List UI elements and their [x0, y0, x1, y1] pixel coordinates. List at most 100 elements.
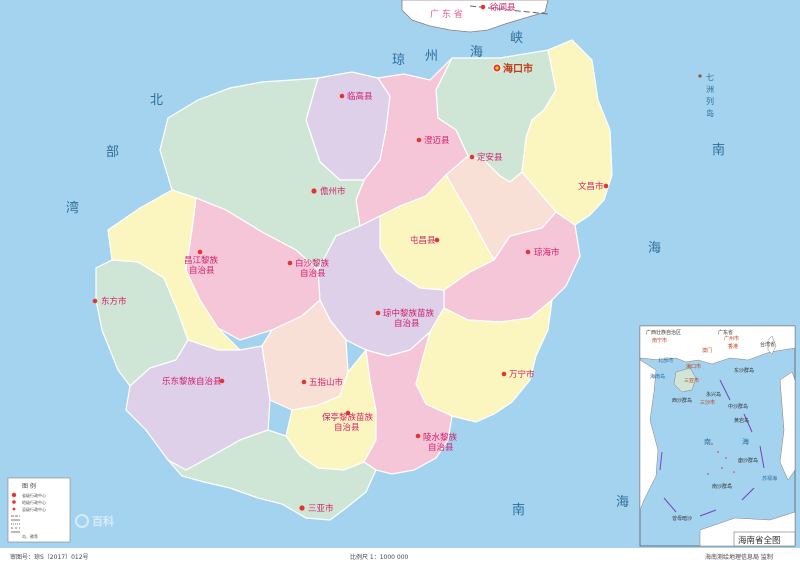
sanya-label: 三亚市 [308, 503, 334, 514]
qionghai-label: 琼海市 [534, 247, 560, 258]
inset-guangxi: 广西壮族自治区 [646, 329, 681, 336]
qiongzhong-label-2: 自治县 [394, 318, 420, 329]
chengmai-label: 澄迈县 [424, 135, 450, 146]
haikou-capital-dot [495, 66, 499, 70]
legend-capital-icon [11, 492, 17, 498]
inset-nansha-sub: 南沙群岛 [712, 483, 732, 490]
lingao-label: 临高县 [347, 91, 373, 102]
wanning-marker [501, 371, 507, 377]
tunchang-label: 屯昌县 [410, 235, 436, 246]
hainan-map: 徐闻县 广 东 省 琼 州 海 峡 北 部 湾 南 海 南 海 七 洲 列 岛 [0, 0, 800, 565]
sea-label-qiongzhou-1: 琼 [392, 53, 405, 68]
footer-scale: 比例尺 1：1000 000 [350, 553, 409, 561]
qiongzhong-marker [375, 310, 381, 316]
lingshui-label-1: 陵水黎族 [423, 432, 458, 443]
sea-label-nanhai-east-2: 海 [648, 241, 661, 256]
footer-approval: 审图号：琼S（2017）012号 [10, 553, 89, 561]
qiongzhong-label-1: 琼中黎族苗族 [383, 308, 435, 319]
inset-guangzhou: 广州市 [724, 335, 739, 342]
qionghai-marker [525, 249, 531, 255]
sea-label-nanhai-south-2: 海 [616, 495, 629, 510]
inset-haikou: 海口市 [686, 363, 701, 370]
inset-guangdong: 广东省 [718, 329, 733, 336]
sea-label-qiongzhou-3: 海 [470, 45, 483, 60]
danzhou-marker [311, 188, 317, 194]
sea-label-beibu-1: 北 [150, 93, 163, 108]
inset-sulu: 苏禄海 [762, 475, 777, 482]
inset-island-dot [725, 457, 727, 459]
legend: 图 例 省级行政中心 地级行政中心 县级行政中心 岛、礁等 [7, 477, 71, 543]
legend-title: 图 例 [22, 482, 36, 490]
inset-macau: 澳门 [702, 347, 712, 354]
qizhou-label-4: 岛 [706, 108, 714, 118]
wuzhishan-marker [301, 379, 307, 385]
xuwen-marker [480, 4, 486, 10]
dongfang-label: 东方市 [101, 296, 127, 307]
inset-huangyan: 黄岩岛 [734, 417, 749, 424]
lingao-marker [339, 93, 345, 99]
baisha-label-1: 白沙黎族 [295, 258, 330, 269]
legend-county-icon [12, 507, 16, 511]
inset-sanya: 三亚市 [684, 377, 699, 384]
inset-island-dot [721, 467, 723, 469]
xuwen-label: 徐闻县 [490, 2, 516, 13]
legend-item-2: 地级行政中心 [22, 499, 46, 505]
wanning-label: 万宁市 [509, 369, 535, 380]
chengmai-marker [416, 137, 422, 143]
inset-title: 海南省全图 [738, 535, 781, 546]
ding-an-label: 定安县 [477, 152, 503, 163]
inset-sansha: 三沙市 [700, 399, 715, 406]
sea-label-qiongzhou-2: 州 [425, 49, 438, 64]
legend-item-1: 省级行政中心 [22, 492, 46, 498]
sea-label-beibu-2: 部 [106, 145, 119, 160]
inset-island-dot [717, 451, 719, 453]
inset-map: 广西壮族自治区 广东省 广州市 南宁市 香港 澳门 海口市 台湾省 北部湾 海南… [639, 325, 796, 547]
sea-label-beibu-3: 湾 [66, 200, 79, 216]
inset-zhongsha: 中沙群岛 [728, 403, 748, 410]
baisha-label-2: 自治县 [300, 268, 326, 279]
inset-island-dot [733, 471, 735, 473]
haikou-capital-label: 海口市 [503, 62, 533, 75]
inset-nanning: 南宁市 [652, 337, 667, 344]
qizhou-island-marker [698, 74, 702, 78]
lingshui-marker [415, 433, 421, 439]
sea-label-nanhai-east-1: 南 [712, 142, 725, 158]
qizhou-label-1: 七 [706, 73, 714, 82]
baoting-label-2: 自治县 [334, 422, 360, 433]
changjiang-label-1: 昌江黎族 [184, 255, 219, 266]
guangdong-label: 广 东 省 [430, 8, 463, 20]
inset-zengmu: 曾母暗沙 [672, 515, 692, 522]
sea-label-qiongzhou-4: 峡 [510, 31, 523, 46]
inset-island-dot [707, 473, 709, 475]
legend-item-3: 县级行政中心 [22, 506, 46, 512]
lingshui-label-2: 自治县 [428, 442, 454, 453]
dongfang-marker [92, 298, 98, 304]
ledong-label: 乐东黎族自治县 [162, 376, 222, 387]
inset-beibuwan: 北部湾 [658, 357, 673, 364]
footer-publisher: 海南测绘地理信息局 监制 [705, 553, 773, 561]
inset-nanhai-1: 南 [704, 437, 711, 446]
qizhou-label-3: 列 [706, 96, 714, 106]
sea-label-nanhai-south-1: 南 [512, 502, 525, 518]
danzhou-label: 儋州市 [320, 186, 346, 197]
legend-prefecture-icon [12, 500, 16, 504]
inset-dongsha: 东沙群岛 [734, 367, 754, 374]
inset-nansha: 南沙群岛 [738, 457, 758, 464]
qizhou-label-2: 洲 [706, 85, 714, 94]
inset-yongxing: 永兴岛 [706, 391, 721, 398]
watermark-text: 百科 [92, 514, 114, 528]
baoting-label-1: 保亭黎族苗族 [322, 412, 374, 423]
inset-hainan-dao: 海南岛 [650, 373, 665, 380]
wenchang-label: 文昌市 [578, 181, 604, 192]
sanya-marker [299, 505, 305, 511]
changjiang-label-2: 自治县 [189, 265, 215, 276]
inset-nanhai-2: 海 [742, 437, 749, 446]
inset-island-dot [711, 443, 713, 445]
ding-an-marker [469, 154, 475, 160]
wenchang-marker [603, 183, 609, 189]
legend-item-9: 岛、礁等 [22, 533, 38, 539]
wuzhishan-label: 五指山市 [309, 377, 344, 388]
inset-hongkong: 香港 [728, 343, 738, 350]
inset-xisha: 西沙群岛 [672, 397, 692, 404]
inset-taiwan: 台湾省 [760, 341, 775, 348]
